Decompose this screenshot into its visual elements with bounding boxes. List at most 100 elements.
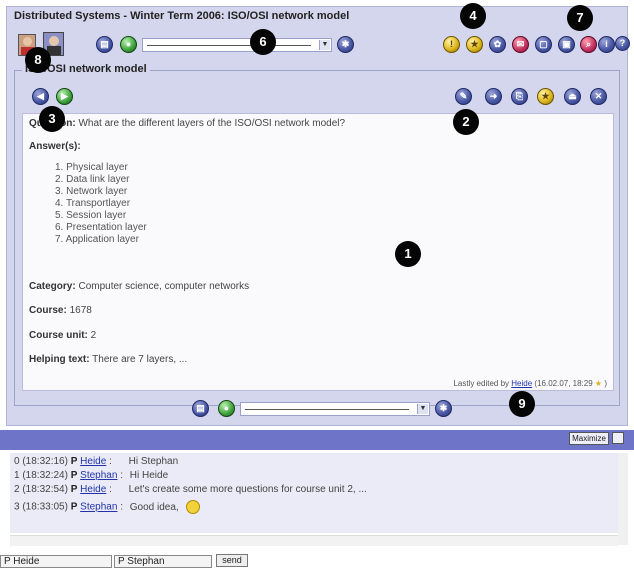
chat-flag: P [70, 456, 78, 467]
run-icon[interactable]: ✱ [337, 36, 354, 53]
chat-message: Let's create some more questions for cou… [128, 484, 367, 495]
chat-message: Hi Stephan [128, 456, 179, 467]
avatar-head [23, 37, 32, 46]
marker-4: 4 [461, 4, 485, 28]
chevron-down-icon: ▼ [319, 40, 330, 50]
chat-time: 1 (18:32:24) [14, 470, 68, 481]
star-icon[interactable]: ★ [466, 36, 483, 53]
globe-icon[interactable]: ● [120, 36, 137, 53]
select-value-line [245, 409, 409, 410]
chat-flag: P [70, 484, 78, 495]
category-value: Computer science, computer networks [78, 281, 250, 292]
marker-9: 9 [510, 392, 534, 416]
chat-line: 3 (18:33:05) P Stephan : Good idea, [14, 500, 200, 514]
document-icon[interactable]: ▤ [96, 36, 113, 53]
chat-line: 1 (18:32:24) P Stephan : Hi Heide [14, 470, 168, 481]
bottom-navigation-select[interactable]: ▼ [240, 402, 430, 416]
chat-flag: P [70, 470, 78, 481]
window-icon[interactable]: ▢ [535, 36, 552, 53]
course-line: Course: 1678 [29, 305, 92, 316]
chat-header-bar [0, 430, 634, 450]
chat-user-link[interactable]: Heide [80, 456, 106, 467]
copy-icon[interactable]: ⎘ [511, 88, 528, 105]
search-icon[interactable]: ⌕ [580, 36, 597, 53]
maximize-button[interactable]: Maximize [569, 432, 609, 445]
save-icon[interactable]: ⏏ [564, 88, 581, 105]
answer-item: 2. Data link layer [55, 174, 130, 185]
chat-time: 3 (18:33:05) [14, 501, 68, 513]
chat-time: 0 (18:32:16) [14, 456, 68, 467]
info-icon[interactable]: i [598, 36, 615, 53]
chat-message: Good idea, [129, 501, 179, 513]
forward-icon[interactable]: ➜ [485, 88, 502, 105]
answers-label: Answer(s): [29, 141, 81, 152]
chat-user-link[interactable]: Stephan [80, 470, 117, 481]
chat-separator: : [120, 470, 123, 481]
course-label: Course: [29, 305, 67, 316]
answer-item: 3. Network layer [55, 186, 128, 197]
run-icon[interactable]: ✱ [435, 400, 452, 417]
globe-icon[interactable]: ● [218, 400, 235, 417]
marker-3: 3 [40, 107, 64, 131]
chat-tab-heide[interactable]: P Heide [0, 555, 112, 568]
help-icon[interactable]: ? [615, 36, 630, 51]
unit-label: Course unit: [29, 330, 88, 341]
vertical-scrollbar[interactable] [618, 453, 628, 545]
mail-icon[interactable]: ✉ [512, 36, 529, 53]
chat-log: 0 (18:32:16) P Heide : Hi Stephan 1 (18:… [10, 453, 618, 533]
lightbulb-icon[interactable]: ! [443, 36, 460, 53]
answer-item: 7. Application layer [55, 234, 139, 245]
chat-separator: : [109, 456, 112, 467]
folder-icon[interactable]: ▣ [558, 36, 575, 53]
unit-value: 2 [90, 330, 97, 341]
favorite-icon[interactable]: ★ [537, 88, 554, 105]
helping-value: There are 7 layers, ... [92, 354, 188, 365]
smiley-icon [185, 500, 200, 514]
helping-label: Helping text: [29, 354, 90, 365]
navigation-select[interactable]: ▼ [142, 38, 332, 52]
question-content: Question: What are the different layers … [22, 113, 614, 391]
chevron-down-icon: ▼ [417, 404, 428, 414]
unit-line: Course unit: 2 [29, 330, 96, 341]
window-title: Distributed Systems - Winter Term 2006: … [14, 10, 350, 22]
answer-item: 6. Presentation layer [55, 222, 147, 233]
editor-link[interactable]: Heide [511, 379, 532, 388]
last-edited: Lastly edited by Heide (16.02.07, 18:29 … [453, 379, 607, 388]
chat-user-link[interactable]: Heide [80, 484, 106, 495]
chat-line: 2 (18:32:54) P Heide : Let's create some… [14, 484, 367, 495]
marker-1: 1 [396, 242, 420, 266]
marker-2: 2 [454, 110, 478, 134]
network-icon[interactable]: ✿ [489, 36, 506, 53]
chat-separator: : [109, 484, 112, 495]
avatar-body [47, 46, 61, 55]
chat-flag: P [70, 501, 78, 513]
select-value-line [147, 45, 311, 46]
send-button[interactable]: send [216, 554, 248, 567]
question-text: What are the different layers of the ISO… [78, 118, 346, 129]
edited-suffix: ) [604, 379, 607, 388]
chat-message: Hi Heide [129, 470, 169, 481]
horizontal-scrollbar[interactable] [10, 535, 618, 546]
category-label: Category: [29, 281, 76, 292]
marker-6: 6 [251, 30, 275, 54]
edited-time: (16.02.07, 18:29 [534, 379, 593, 388]
chat-separator: : [120, 501, 123, 513]
close-icon[interactable]: ✕ [590, 88, 607, 105]
avatar-head [49, 36, 59, 46]
answer-item: 4. Transportlayer [55, 198, 131, 209]
previous-icon[interactable]: ◀ [32, 88, 49, 105]
chat-tab-stephan[interactable]: P Stephan [114, 555, 212, 568]
answer-item: 1. Physical layer [55, 162, 128, 173]
star-icon: ★ [594, 379, 603, 388]
chat-user-link[interactable]: Stephan [80, 502, 117, 513]
marker-8: 8 [26, 48, 50, 72]
question-line: Question: What are the different layers … [29, 118, 345, 129]
edit-icon[interactable]: ✎ [455, 88, 472, 105]
edited-prefix: Lastly edited by [453, 379, 510, 388]
document-icon[interactable]: ▤ [192, 400, 209, 417]
chat-line: 0 (18:32:16) P Heide : Hi Stephan [14, 456, 178, 467]
chat-time: 2 (18:32:54) [14, 484, 68, 495]
helping-line: Helping text: There are 7 layers, ... [29, 354, 187, 365]
window-icon[interactable] [612, 432, 624, 444]
next-icon[interactable]: ▶ [56, 88, 73, 105]
